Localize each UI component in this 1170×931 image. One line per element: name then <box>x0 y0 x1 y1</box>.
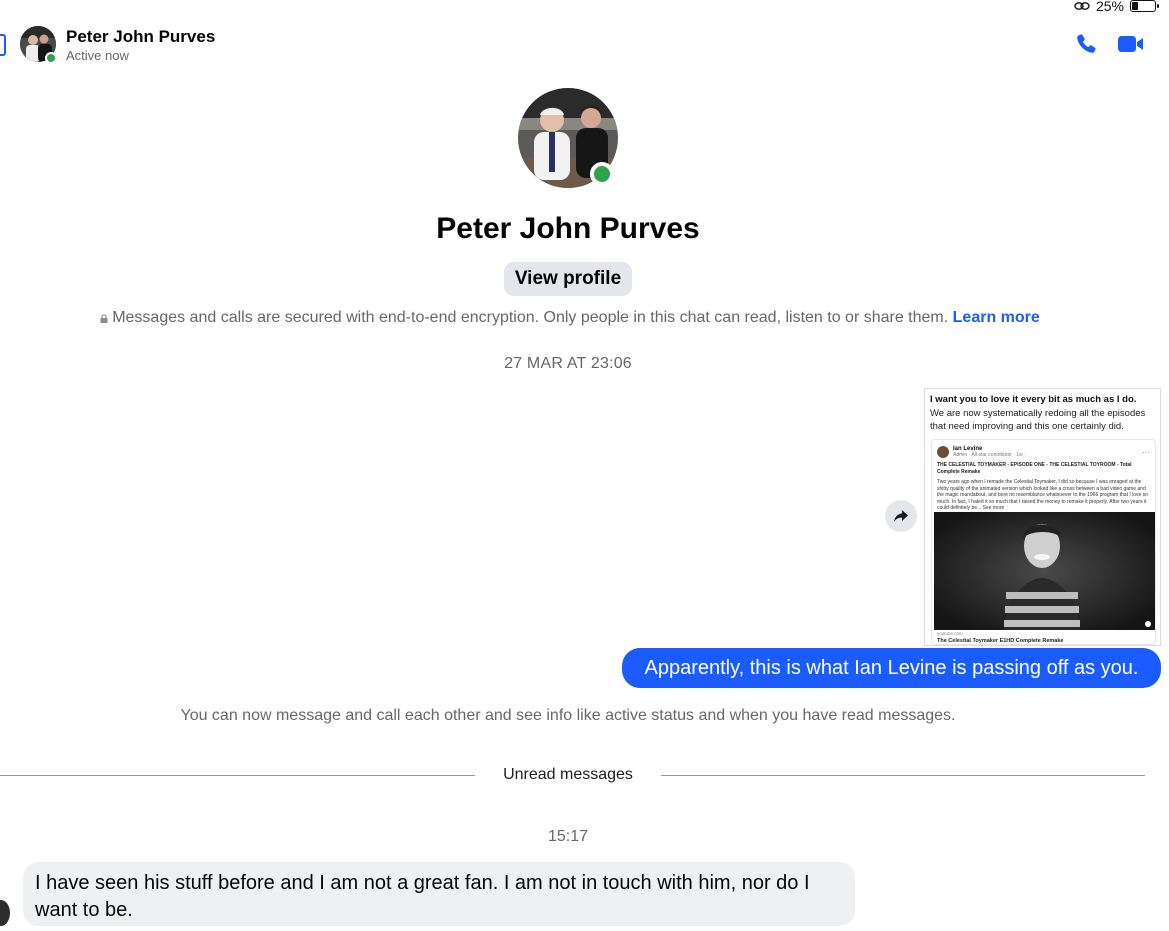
profile-presence-indicator <box>590 162 614 186</box>
outgoing-message-bubble[interactable]: Apparently, this is what Ian Levine is p… <box>622 648 1161 688</box>
link-icon <box>1074 2 1090 10</box>
card-body: Two years ago when I remade the Celestia… <box>937 479 1148 511</box>
encryption-notice: Messages and calls are secured with end-… <box>0 309 1140 327</box>
card-link-url: youtube.com <box>937 631 963 636</box>
card-title: THE CELESTIAL TOYMAKER - EPISODE ONE - T… <box>937 462 1132 475</box>
header-active-status: Active now <box>66 48 129 63</box>
back-icon[interactable] <box>0 34 6 56</box>
encryption-text: Messages and calls are secured with end-… <box>112 309 949 326</box>
divider-left <box>0 775 475 776</box>
shared-post-body: We are now systematically redoing all th… <box>930 408 1146 432</box>
unread-messages-label: Unread messages <box>503 766 633 783</box>
more-options-icon: ··· <box>1142 447 1150 457</box>
timestamp: 15:17 <box>547 828 589 845</box>
outgoing-message-text: Apparently, this is what Ian Levine is p… <box>644 656 1139 679</box>
card-author-meta: Admin · All-star contributor · 1w · <box>953 452 1026 458</box>
battery-percent: 25% <box>1095 0 1124 14</box>
learn-more-link[interactable]: Learn more <box>953 309 1040 326</box>
card-link-title[interactable]: The Celestial Toymaker E1HD Complete Rem… <box>937 638 1063 644</box>
card-author-avatar <box>937 446 949 458</box>
view-profile-button[interactable]: View profile <box>504 262 632 296</box>
incoming-message-bubble[interactable]: I have seen his stuff before and I am no… <box>23 862 855 926</box>
lock-icon <box>100 314 108 323</box>
card-photo <box>934 512 1155 630</box>
shared-post-card[interactable]: Ian Levine Admin · All-star contributor … <box>931 439 1156 645</box>
phone-icon[interactable] <box>1074 32 1098 56</box>
timestamp: 27 MAR AT 23:06 <box>504 355 632 372</box>
battery-icon <box>1130 0 1159 12</box>
shared-post-headline: I want you to love it every bit as much … <box>930 394 1137 405</box>
share-button[interactable] <box>885 500 917 532</box>
divider-right <box>661 775 1145 776</box>
presence-indicator <box>45 52 57 64</box>
video-camera-icon[interactable] <box>1117 33 1145 55</box>
sender-avatar[interactable] <box>0 900 10 926</box>
header-contact-name[interactable]: Peter John Purves <box>66 27 215 47</box>
status-bar: 25% <box>1074 0 1159 14</box>
incoming-message-text: I have seen his stuff before and I am no… <box>35 872 810 921</box>
system-note: You can now message and call each other … <box>180 707 956 724</box>
shared-post-attachment[interactable]: I want you to love it every bit as much … <box>924 388 1161 646</box>
chat-header: Peter John Purves Active now <box>0 18 1170 76</box>
profile-name: Peter John Purves <box>436 212 700 245</box>
share-icon <box>894 510 908 522</box>
card-header: Ian Levine Admin · All-star contributor … <box>932 440 1155 460</box>
